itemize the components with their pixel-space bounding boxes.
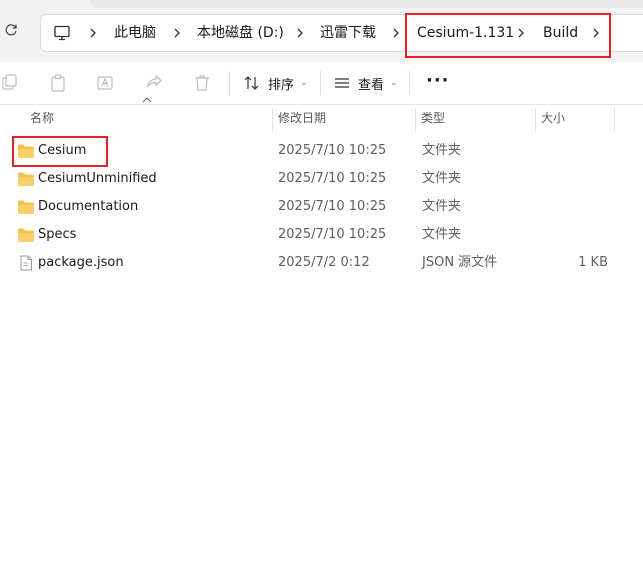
refresh-icon[interactable] (4, 23, 20, 43)
chevron-right-icon[interactable] (591, 23, 601, 43)
breadcrumb-this-pc[interactable]: 此电脑 (114, 25, 156, 41)
view-button[interactable]: 查看 ⌄ (333, 74, 398, 93)
file-type: 文件夹 (422, 227, 462, 242)
file-modified: 2025/7/10 10:25 (278, 227, 387, 242)
file-row[interactable]: Specs 2025/7/10 10:25 文件夹 (0, 221, 643, 249)
file-type: 文件夹 (422, 143, 462, 158)
toolbar-divider (229, 71, 230, 95)
chevron-right-icon[interactable] (295, 23, 305, 43)
share-icon[interactable] (144, 73, 164, 93)
file-icon (17, 255, 35, 271)
copy-icon[interactable] (2, 73, 22, 93)
tab-strip (90, 0, 643, 8)
file-size: 1 KB (578, 255, 608, 270)
breadcrumb-cesium[interactable]: Cesium-1.131 (417, 25, 514, 41)
chevron-right-icon[interactable] (391, 23, 401, 43)
sort-label: 排序 (268, 77, 295, 93)
sort-ascending-icon (142, 97, 152, 103)
file-type: JSON 源文件 (422, 255, 498, 270)
toolbar-divider (320, 71, 321, 95)
file-type: 文件夹 (422, 199, 462, 214)
file-row[interactable]: package.json 2025/7/2 0:12 JSON 源文件 1 KB (0, 249, 643, 277)
chevron-right-icon[interactable] (88, 23, 98, 43)
column-divider[interactable] (535, 108, 536, 132)
computer-icon[interactable] (53, 24, 71, 42)
more-options-button[interactable]: ··· (426, 70, 450, 91)
file-name: Specs (38, 227, 77, 242)
column-header-name[interactable]: 名称 (30, 104, 54, 132)
toolbar-divider (409, 71, 410, 95)
view-icon (333, 75, 351, 91)
column-header-size[interactable]: 大小 (541, 104, 565, 132)
breadcrumb-local-disk[interactable]: 本地磁盘 (D:) (197, 25, 284, 41)
column-header-type[interactable]: 类型 (421, 104, 445, 132)
file-row[interactable]: Documentation 2025/7/10 10:25 文件夹 (0, 193, 643, 221)
file-name: Documentation (38, 199, 139, 214)
column-divider[interactable] (614, 108, 615, 132)
breadcrumb-xunlei-downloads[interactable]: 迅雷下载 (320, 25, 376, 41)
file-modified: 2025/7/2 0:12 (278, 255, 370, 270)
folder-icon (17, 171, 35, 187)
chevron-right-icon[interactable] (172, 23, 182, 43)
chevron-down-icon: ⌄ (390, 78, 398, 88)
file-name: CesiumUnminified (38, 171, 157, 186)
column-header-modified[interactable]: 修改日期 (278, 104, 326, 132)
view-label: 查看 (358, 77, 385, 93)
file-name: Cesium (38, 143, 87, 158)
sort-icon (243, 75, 261, 91)
delete-icon[interactable] (192, 73, 212, 93)
paste-icon[interactable] (49, 73, 69, 93)
folder-icon (17, 227, 35, 243)
file-row[interactable]: Cesium 2025/7/10 10:25 文件夹 (0, 137, 643, 165)
chevron-down-icon: ⌄ (300, 78, 308, 88)
column-divider[interactable] (415, 108, 416, 132)
folder-icon (17, 143, 35, 159)
column-divider[interactable] (272, 108, 273, 132)
file-type: 文件夹 (422, 171, 462, 186)
file-row[interactable]: CesiumUnminified 2025/7/10 10:25 文件夹 (0, 165, 643, 193)
file-modified: 2025/7/10 10:25 (278, 143, 387, 158)
sort-button[interactable]: 排序 ⌄ (243, 74, 308, 93)
folder-icon (17, 199, 35, 215)
file-modified: 2025/7/10 10:25 (278, 199, 387, 214)
breadcrumb-build[interactable]: Build (543, 25, 578, 41)
chevron-right-icon[interactable] (516, 23, 526, 43)
file-modified: 2025/7/10 10:25 (278, 171, 387, 186)
rename-icon[interactable] (96, 73, 116, 93)
column-header-row: 名称 修改日期 类型 大小 (0, 104, 643, 132)
file-name: package.json (38, 255, 124, 270)
